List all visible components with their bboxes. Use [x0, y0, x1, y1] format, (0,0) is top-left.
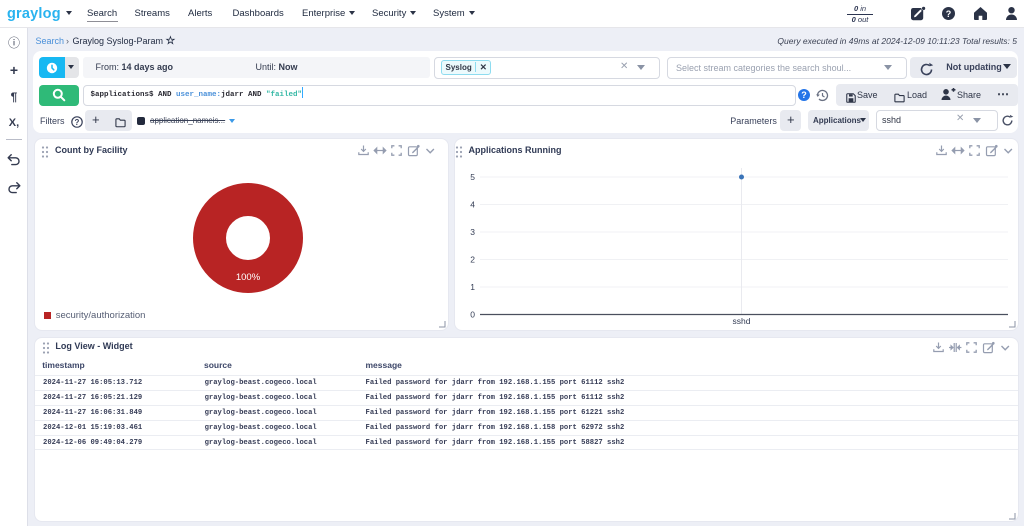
svg-text:3: 3 [470, 227, 475, 237]
svg-text:?: ? [946, 9, 952, 19]
svg-text:sshd: sshd [733, 316, 751, 326]
svg-text:?: ? [75, 118, 80, 127]
svg-text:5: 5 [470, 172, 475, 182]
svg-text:1: 1 [470, 282, 475, 292]
svg-text:4: 4 [470, 200, 475, 210]
svg-text:0: 0 [470, 310, 475, 320]
svg-text:2: 2 [470, 255, 475, 265]
svg-text:100%: 100% [235, 272, 260, 283]
